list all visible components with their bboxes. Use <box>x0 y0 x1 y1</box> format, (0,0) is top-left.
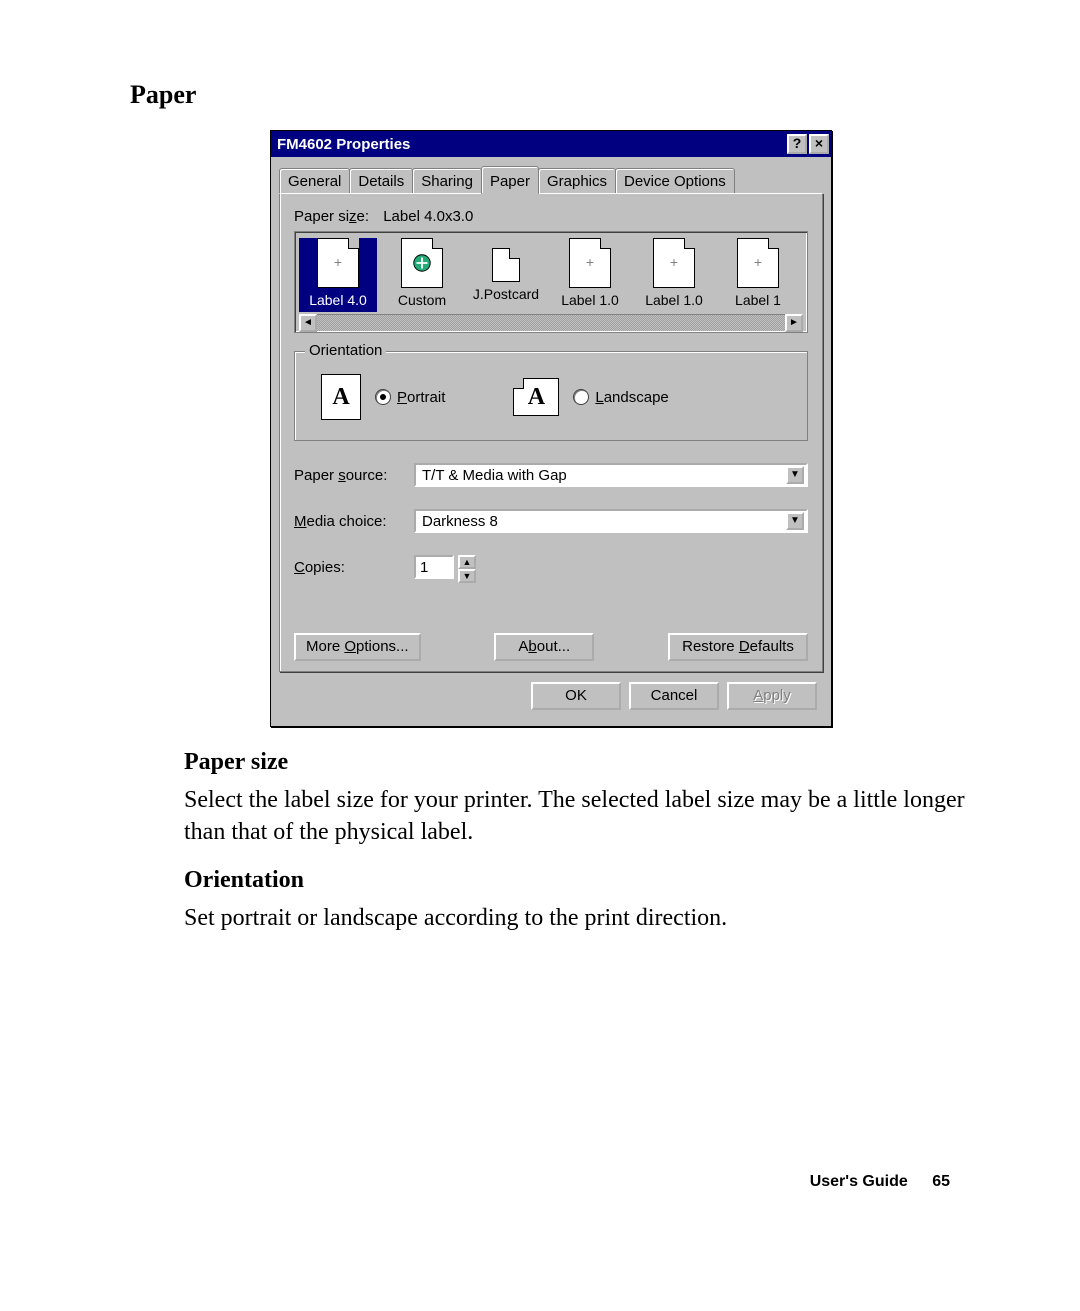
radio-icon <box>375 389 391 405</box>
dialog-footer: OK Cancel Apply <box>279 672 823 718</box>
apply-button[interactable]: Apply <box>727 682 817 710</box>
subheading-orientation: Orientation <box>184 867 980 894</box>
chevron-down-icon: ▼ <box>790 470 800 480</box>
paper-item-label10b[interactable]: Label 1.0 <box>635 238 713 312</box>
footer-label: User's Guide <box>810 1173 908 1190</box>
orientation-group: Orientation A Portrait A Landscap <box>294 351 808 441</box>
media-choice-label: Media choice: <box>294 513 414 530</box>
dropdown-button[interactable]: ▼ <box>786 512 804 530</box>
orientation-legend: Orientation <box>305 342 386 359</box>
paper-item-label: Label 1 <box>719 292 797 308</box>
paper-source-combo[interactable]: T/T & Media with Gap ▼ <box>414 463 808 487</box>
tab-paper[interactable]: Paper <box>481 166 539 194</box>
chevron-down-icon: ▼ <box>790 516 800 526</box>
cancel-button[interactable]: Cancel <box>629 682 719 710</box>
paper-item-label: Custom <box>383 292 461 308</box>
page-icon <box>317 238 359 288</box>
options-button-row: More Options... About... Restore Default… <box>294 633 808 661</box>
copies-row: Copies: 1 ▲ ▼ <box>294 555 808 579</box>
paper-source-row: Paper source: T/T & Media with Gap ▼ <box>294 463 808 487</box>
right-arrow-icon: ► <box>789 318 799 328</box>
media-choice-row: Media choice: Darkness 8 ▼ <box>294 509 808 533</box>
spinner-down-button[interactable]: ▼ <box>458 569 476 583</box>
ok-button[interactable]: OK <box>531 682 621 710</box>
down-arrow-icon: ▼ <box>463 571 472 581</box>
tab-details[interactable]: Details <box>349 168 413 193</box>
tab-panel-paper: Paper size: Label 4.0x3.0 Label 4.0 <box>279 193 823 672</box>
media-choice-value: Darkness 8 <box>422 513 786 530</box>
portrait-radio[interactable]: Portrait <box>375 389 445 406</box>
close-button[interactable]: × <box>809 134 829 154</box>
paper-size-description: Select the label size for your printer. … <box>184 784 980 849</box>
page-footer: User's Guide 65 <box>810 1173 950 1191</box>
portrait-radio-label: Portrait <box>397 389 445 406</box>
up-arrow-icon: ▲ <box>463 557 472 567</box>
dropdown-button[interactable]: ▼ <box>786 466 804 484</box>
scroll-right-button[interactable]: ► <box>785 314 803 332</box>
tab-device-options[interactable]: Device Options <box>615 168 735 193</box>
landscape-icon: A <box>513 378 559 416</box>
properties-dialog: FM4602 Properties ? × General Details Sh… <box>270 130 832 727</box>
spinner-up-button[interactable]: ▲ <box>458 555 476 569</box>
paper-size-label: Paper size: <box>294 208 369 225</box>
landscape-radio-label: Landscape <box>595 389 668 406</box>
paper-size-area: Paper size: Label 4.0x3.0 <box>294 208 808 225</box>
paper-item-custom[interactable]: Custom <box>383 238 461 312</box>
portrait-icon: A <box>321 374 361 420</box>
custom-icon <box>401 238 443 288</box>
page-icon <box>569 238 611 288</box>
subheading-paper-size: Paper size <box>184 749 980 776</box>
restore-defaults-button[interactable]: Restore Defaults <box>668 633 808 661</box>
landscape-radio[interactable]: Landscape <box>573 389 668 406</box>
paper-size-picker: Label 4.0 Custom J.Postcard <box>294 231 808 333</box>
paper-item-label: Label 4.0 <box>299 292 377 308</box>
tab-sharing[interactable]: Sharing <box>412 168 482 193</box>
paper-source-label: Paper source: <box>294 467 414 484</box>
paper-size-value: Label 4.0x3.0 <box>383 208 473 225</box>
copies-label: Copies: <box>294 559 414 576</box>
tab-graphics[interactable]: Graphics <box>538 168 616 193</box>
page-icon <box>737 238 779 288</box>
scroll-track[interactable] <box>317 314 785 332</box>
paper-item-jpostcard[interactable]: J.Postcard <box>467 238 545 312</box>
question-icon: ? <box>793 135 802 151</box>
page-icon <box>492 248 520 282</box>
orientation-description: Set portrait or landscape according to t… <box>184 902 980 934</box>
paper-scrollbar[interactable]: ◄ ► <box>299 314 803 332</box>
page-number: 65 <box>932 1173 950 1190</box>
about-button[interactable]: About... <box>494 633 594 661</box>
paper-item-label: Label 1.0 <box>635 292 713 308</box>
close-icon: × <box>815 135 823 151</box>
left-arrow-icon: ◄ <box>303 318 313 328</box>
copies-stepper[interactable]: ▲ ▼ <box>458 555 476 579</box>
paper-item-label1[interactable]: Label 1 <box>719 238 797 312</box>
radio-icon <box>573 389 589 405</box>
paper-item-label10a[interactable]: Label 1.0 <box>551 238 629 312</box>
title-bar: FM4602 Properties ? × <box>271 131 831 157</box>
window-title: FM4602 Properties <box>277 136 785 153</box>
tab-general[interactable]: General <box>279 168 350 193</box>
scroll-left-button[interactable]: ◄ <box>299 314 317 332</box>
paper-item-label: J.Postcard <box>467 286 545 302</box>
help-button[interactable]: ? <box>787 134 807 154</box>
copies-value: 1 <box>420 559 428 576</box>
more-options-button[interactable]: More Options... <box>294 633 421 661</box>
paper-item-label: Label 1.0 <box>551 292 629 308</box>
paper-item-label40[interactable]: Label 4.0 <box>299 238 377 312</box>
page-icon <box>653 238 695 288</box>
section-heading-paper: Paper <box>130 80 980 110</box>
copies-input[interactable]: 1 <box>414 555 454 579</box>
tab-strip: General Details Sharing Paper Graphics D… <box>279 165 823 193</box>
paper-source-value: T/T & Media with Gap <box>422 467 786 484</box>
media-choice-combo[interactable]: Darkness 8 ▼ <box>414 509 808 533</box>
